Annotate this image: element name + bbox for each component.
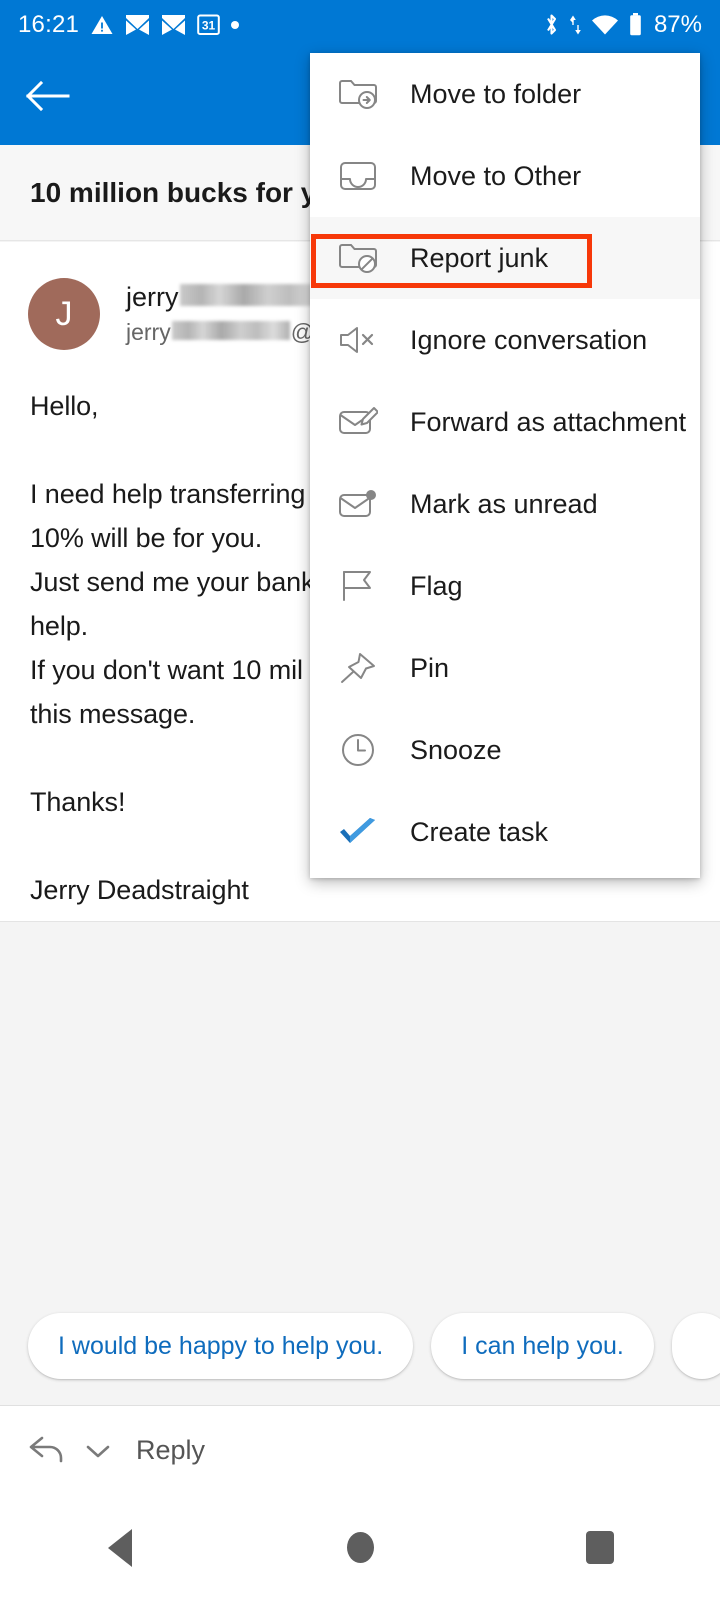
status-bar-clock: 16:21 — [18, 10, 80, 38]
sender-name-prefix: jerry — [126, 282, 179, 312]
arrow-left-icon — [24, 79, 70, 118]
nav-home-button[interactable] — [300, 1513, 420, 1583]
bluetooth-icon — [543, 12, 560, 37]
quick-reply-chip[interactable] — [671, 1313, 720, 1379]
flag-icon — [332, 563, 384, 609]
overflow-menu: Move to folder Move to Other Report junk… — [310, 53, 700, 878]
menu-item-move-to-other[interactable]: Move to Other — [310, 135, 700, 217]
app-screen: 16:21 31 87% 10 million bucks for yo J j… — [0, 0, 720, 1600]
status-bar: 16:21 31 87% — [0, 0, 720, 49]
outlook-mail-icon — [161, 14, 186, 36]
nav-recents-square-icon — [586, 1531, 614, 1564]
checkmark-task-icon — [332, 809, 384, 855]
mail-attachment-icon — [332, 399, 384, 445]
menu-item-label: Move to folder — [410, 78, 582, 109]
menu-item-label: Report junk — [410, 242, 549, 273]
battery-percentage-label: 87% — [653, 10, 702, 38]
clock-snooze-icon — [332, 727, 384, 773]
mail-unread-dot-icon — [332, 481, 384, 527]
reply-arrow-icon[interactable] — [28, 1432, 70, 1469]
menu-item-label: Snooze — [410, 734, 502, 765]
menu-item-label: Pin — [410, 652, 450, 683]
menu-item-report-junk[interactable]: Report junk — [310, 217, 700, 299]
email-bottom-spacer — [0, 921, 720, 1287]
menu-item-ignore-conversation[interactable]: Ignore conversation — [310, 299, 700, 381]
reply-bar[interactable]: Reply — [0, 1405, 720, 1495]
calendar-31-icon: 31 — [197, 13, 220, 36]
quick-reply-chip[interactable]: I can help you. — [431, 1313, 654, 1379]
status-bar-left: 16:21 31 — [18, 10, 240, 39]
menu-item-pin[interactable]: Pin — [310, 627, 700, 709]
menu-item-forward-as-attachment[interactable]: Forward as attachment — [310, 381, 700, 463]
menu-item-label: Flag — [410, 570, 463, 601]
nav-back-triangle-icon — [108, 1528, 132, 1567]
menu-item-snooze[interactable]: Snooze — [310, 709, 700, 791]
wifi-icon — [591, 14, 619, 36]
avatar-initial: J — [55, 294, 73, 333]
chevron-down-icon[interactable] — [84, 1441, 112, 1461]
menu-item-move-to-folder[interactable]: Move to folder — [310, 53, 700, 135]
redacted-block — [179, 284, 332, 306]
menu-item-label: Forward as attachment — [410, 406, 687, 437]
battery-icon — [628, 12, 643, 37]
warning-triangle-icon — [90, 13, 114, 37]
menu-item-create-task[interactable]: Create task — [310, 791, 700, 873]
quick-reply-suggestions: I would be happy to help you. I can help… — [0, 1287, 720, 1405]
nav-home-circle-icon — [346, 1532, 374, 1563]
nav-recents-button[interactable] — [540, 1513, 660, 1583]
data-transfer-icon — [569, 13, 582, 37]
menu-item-label: Ignore conversation — [410, 324, 648, 355]
system-navigation-bar — [0, 1495, 720, 1600]
inbox-other-icon — [332, 153, 384, 199]
menu-item-label: Create task — [410, 816, 549, 847]
avatar: J — [28, 278, 100, 350]
redacted-block — [171, 321, 290, 340]
reply-label: Reply — [136, 1435, 206, 1465]
menu-item-label: Mark as unread — [410, 488, 598, 519]
status-bar-right: 87% — [543, 11, 702, 39]
nav-back-button[interactable] — [60, 1513, 180, 1583]
speaker-mute-icon — [332, 317, 384, 363]
folder-move-icon — [332, 71, 384, 117]
outlook-mail-icon — [125, 14, 150, 36]
menu-item-flag[interactable]: Flag — [310, 545, 700, 627]
email-subject: 10 million bucks for yo — [30, 176, 334, 208]
dot-icon — [231, 20, 240, 29]
folder-block-junk-icon — [332, 235, 384, 281]
svg-text:31: 31 — [202, 19, 216, 33]
quick-reply-chip[interactable]: I would be happy to help you. — [28, 1313, 414, 1379]
menu-item-mark-as-unread[interactable]: Mark as unread — [310, 463, 700, 545]
pin-icon — [332, 645, 384, 691]
menu-item-label: Move to Other — [410, 160, 582, 191]
sender-address-prefix: jerry — [126, 319, 171, 345]
back-button[interactable] — [20, 71, 74, 125]
